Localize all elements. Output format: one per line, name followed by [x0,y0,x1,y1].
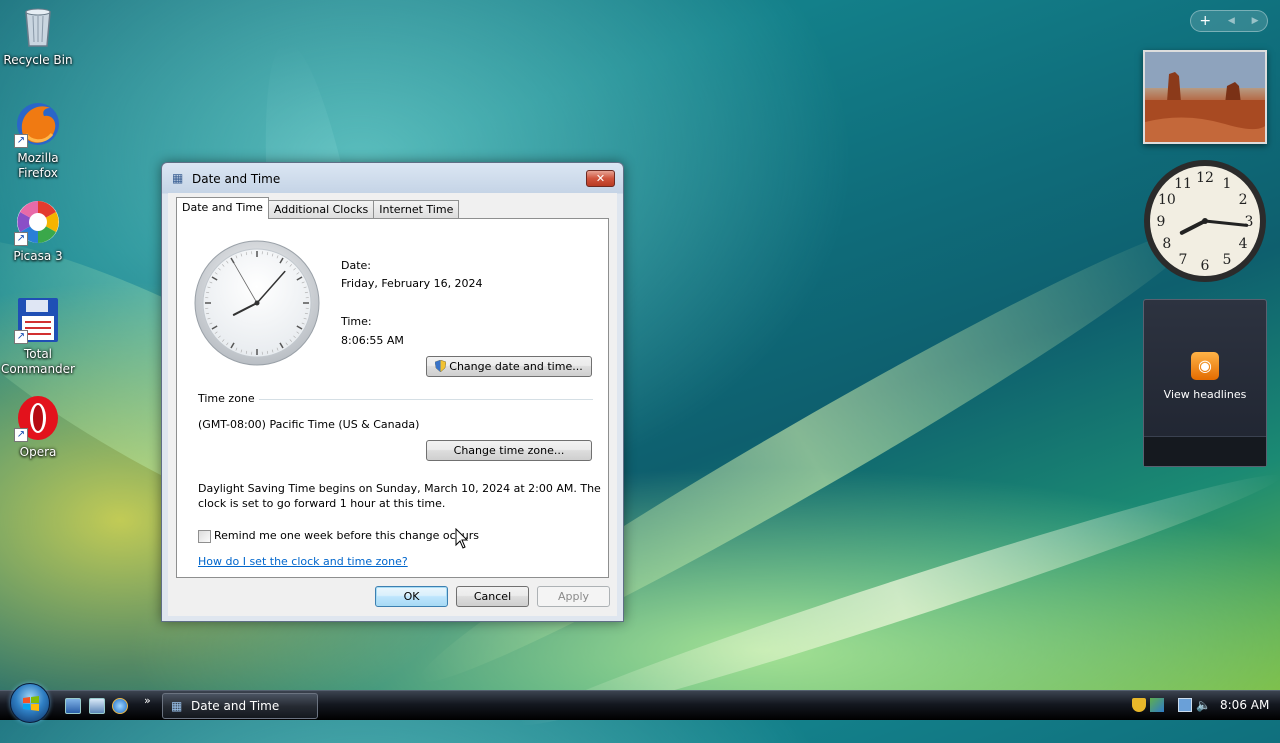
clock-number: 7 [1179,252,1188,268]
dst-info-line-2: clock is set to go forward 1 hour at thi… [198,497,445,510]
clock-number: 5 [1223,252,1232,268]
analog-clock [194,240,320,366]
clock-number: 10 [1158,192,1176,208]
desktop-icon-total-commander[interactable]: ↗ Total Commander [0,296,76,377]
gadget-footer [1144,436,1266,466]
desktop-icon-opera[interactable]: ↗ Opera [0,394,76,460]
time-zone-heading: Time zone [198,392,255,405]
show-desktop-icon[interactable] [65,698,81,714]
clock-number: 2 [1239,192,1248,208]
landscape-photo [1145,52,1267,144]
security-shield-icon[interactable] [1132,698,1146,712]
desktop-icon-recycle-bin[interactable]: Recycle Bin [0,2,76,68]
internet-explorer-icon[interactable] [112,698,128,714]
add-gadget-icon[interactable]: + [1199,13,1211,29]
apply-button[interactable]: Apply [537,586,610,607]
clock-number: 8 [1162,236,1171,252]
network-icon[interactable] [1178,698,1192,712]
clock-calendar-icon: ▦ [172,171,183,185]
clock-calendar-icon: ▦ [171,699,185,713]
clock-number: 3 [1245,214,1254,230]
next-arrow-icon[interactable]: ▶ [1252,16,1259,26]
sidebar-controls: + ◀ ▶ [1190,10,1268,32]
dialog-client-area: Date and Time Additional Clocks Internet… [168,193,617,616]
time-label: Time: [341,315,372,328]
picasa-icon: ↗ [14,198,62,246]
opera-icon: ↗ [14,394,62,442]
clock-number: 11 [1174,176,1192,192]
clock-number: 4 [1239,236,1248,252]
windows-logo-icon [22,695,40,713]
cancel-button[interactable]: Cancel [456,586,529,607]
clock-gadget[interactable]: 12 12 3 45678 9 1011 [1142,158,1268,284]
feed-headlines-gadget[interactable]: ◉ View headlines [1143,299,1267,467]
clock-number: 12 [1196,170,1214,186]
taskbar-button-label: Date and Time [191,699,279,713]
taskbar-clock[interactable]: 8:06 AM [1220,698,1269,712]
clock-number: 9 [1157,214,1166,230]
shortcut-arrow-icon: ↗ [14,232,28,246]
shortcut-arrow-icon: ↗ [14,428,28,442]
clock-number: 1 [1223,176,1232,192]
clock-number: 6 [1201,258,1210,274]
tab-strip: Date and Time Additional Clocks Internet… [176,197,458,219]
gadget-clock-face: 12 12 3 45678 9 1011 [1142,158,1268,284]
date-label: Date: [341,259,371,272]
slideshow-gadget[interactable] [1143,50,1267,144]
desktop-icon-label: Picasa 3 [0,249,76,264]
desktop-icon-mozilla-firefox[interactable]: ↗ Mozilla Firefox [0,100,76,181]
desktop-icon-label: Recycle Bin [0,53,76,68]
windows-update-icon[interactable] [1150,698,1164,712]
view-headlines-label[interactable]: View headlines [1144,388,1266,401]
uac-shield-icon [435,360,446,372]
desktop-icon-label: Commander [0,362,76,377]
change-date-time-label: Change date and time... [449,360,582,373]
ok-button[interactable]: OK [375,586,448,607]
shortcut-arrow-icon: ↗ [14,134,28,148]
help-link[interactable]: How do I set the clock and time zone? [198,555,408,568]
dst-info-line-1: Daylight Saving Time begins on Sunday, M… [198,482,601,495]
date-and-time-dialog: ▦ Date and Time ✕ Date and Time Addition… [161,162,624,622]
quick-launch-chevron-icon[interactable]: » [144,694,151,707]
tab-date-and-time[interactable]: Date and Time [176,197,269,219]
time-zone-value: (GMT-08:00) Pacific Time (US & Canada) [198,418,419,431]
change-time-zone-button[interactable]: Change time zone... [426,440,592,461]
total-commander-icon: ↗ [14,296,62,344]
switch-windows-icon[interactable] [89,698,105,714]
dialog-titlebar[interactable]: ▦ Date and Time ✕ [162,163,623,193]
rss-icon: ◉ [1191,352,1219,380]
section-divider [259,399,593,400]
tab-panel: Date: Friday, February 16, 2024 Time: 8:… [176,218,609,578]
time-value: 8:06:55 AM [341,334,404,347]
change-date-time-button[interactable]: Change date and time... [426,356,592,377]
taskbar: » ▦ Date and Time 🔈 8:06 AM [0,690,1280,720]
desktop-icon-picasa[interactable]: ↗ Picasa 3 [0,198,76,264]
shortcut-arrow-icon: ↗ [14,330,28,344]
firefox-icon: ↗ [14,100,62,148]
remind-checkbox[interactable] [198,530,211,543]
desktop-icon-label: Total [0,347,76,362]
desktop-icon-label: Firefox [0,166,76,181]
start-button[interactable] [10,683,50,723]
date-value: Friday, February 16, 2024 [341,277,483,290]
taskbar-button-date-and-time[interactable]: ▦ Date and Time [162,693,318,719]
tab-internet-time[interactable]: Internet Time [373,200,459,219]
desktop-icon-label: Mozilla [0,151,76,166]
desktop-icon-label: Opera [0,445,76,460]
remind-checkbox-label[interactable]: Remind me one week before this change oc… [214,529,479,542]
previous-arrow-icon[interactable]: ◀ [1228,16,1235,26]
close-button[interactable]: ✕ [586,170,615,187]
volume-muted-icon[interactable]: 🔈 [1196,698,1210,712]
tab-additional-clocks[interactable]: Additional Clocks [268,200,374,219]
recycle-bin-icon [14,2,62,50]
dialog-title: Date and Time [192,172,280,186]
close-icon: ✕ [596,172,605,185]
mouse-cursor-icon [455,528,469,549]
